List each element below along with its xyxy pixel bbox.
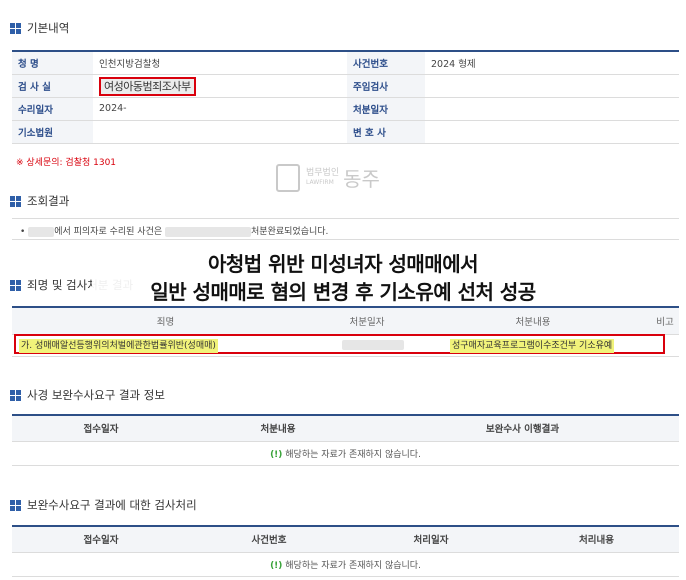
value-receipt-date: 2024- (93, 97, 347, 121)
grid-icon (10, 195, 21, 207)
section-result-label: 조회결과 (27, 194, 70, 208)
value-prosecutor-office-cell: 여성아동범죄조사부 (93, 74, 347, 98)
header-disposition: 처분내용 (415, 307, 651, 335)
header-disposition-date: 처분일자 (319, 307, 415, 335)
empty-message-cell: (!) 해당하는 자료가 존재하지 않습니다. (12, 441, 679, 466)
label-lead-prosecutor: 주임검사 (347, 74, 425, 98)
label-court: 기소법원 (12, 120, 93, 144)
supp-investigation-table: 접수일자 처분내용 보완수사 이행결과 (!) 해당하는 자료가 존재하지 않습… (12, 414, 679, 466)
watermark-small-text: 법무법인 LAWFIRM (306, 168, 339, 188)
value-case-number: 2024 형제 (425, 51, 679, 75)
header-disposition: 처분내용 (190, 415, 366, 442)
table-header-row: 접수일자 사건번호 처리일자 처리내용 (12, 526, 679, 553)
table-header-row: 죄명 처분일자 처분내용 비고 (12, 307, 679, 335)
table-header-row: 접수일자 처분내용 보완수사 이행결과 (12, 415, 679, 442)
grid-icon (10, 22, 21, 34)
result-message: • 에서 피의자로 수리된 사건은 처분완료되었습니다. (12, 218, 679, 240)
table-row: (!) 해당하는 자료가 존재하지 않습니다. (12, 441, 679, 466)
section-supp1-title: 사경 보완수사요구 결과 정보 (10, 387, 165, 403)
table-row: 수리일자 2024- 처분일자 (12, 97, 679, 121)
value-disposition-date (425, 97, 679, 121)
redacted-block (165, 226, 252, 237)
label-office: 청 명 (12, 51, 93, 75)
header-remark: 비고 (651, 307, 679, 335)
empty-message: 해당하는 자료가 존재하지 않습니다. (285, 449, 421, 460)
empty-message: 해당하는 자료가 존재하지 않습니다. (285, 560, 421, 571)
table-row: 기소법원 변 호 사 (12, 120, 679, 144)
header-processing-content: 처리내용 (514, 526, 679, 553)
redacted-block (28, 226, 55, 237)
value-court (93, 120, 347, 144)
law-firm-watermark: 법무법인 LAWFIRM 동주 (276, 163, 380, 192)
header-supp-result: 보완수사 이행결과 (366, 415, 679, 442)
disposition-result: 성구매자교육프로그램이수조건부 기소유예 (450, 339, 615, 353)
label-lawyer: 변 호 사 (347, 120, 425, 144)
section-basic-title: 기본내역 (10, 20, 69, 36)
label-disposition-date: 처분일자 (347, 97, 425, 121)
redacted-date (342, 340, 404, 350)
bullet: • (20, 227, 26, 237)
result-text-b: 처분완료되었습니다. (251, 227, 329, 237)
section-supp2-label: 보완수사요구 결과에 대한 검사처리 (27, 498, 197, 512)
caption-line-1: 아청법 위반 미성녀자 성매매에서 (208, 252, 479, 276)
header-processing-date: 처리일자 (348, 526, 514, 553)
empty-message-cell: (!) 해당하는 자료가 존재하지 않습니다. (12, 552, 679, 577)
basic-info-table: 청 명 인천지방검찰청 사건번호 2024 형제 검 사 실 여성아동범죄조사부… (12, 50, 679, 144)
charge-name: 가. 성매매알선등행위의처벌에관한법률위반(성매매) (19, 339, 218, 353)
caption-line-2: 일반 성매매로 혐의 변경 후 기소유예 선처 성공 (150, 280, 536, 304)
highlighted-charge-row: 가. 성매매알선등행위의처벌에관한법률위반(성매매) 성구매자교육프로그램이수조… (14, 334, 665, 354)
value-lawyer (425, 120, 679, 144)
prosecutor-processing-table: 접수일자 사건번호 처리일자 처리내용 (!) 해당하는 자료가 존재하지 않습… (12, 525, 679, 577)
watermark-small-2: LAWFIRM (306, 178, 334, 186)
header-charge: 죄명 (12, 307, 319, 335)
value-office: 인천지방검찰청 (93, 51, 347, 75)
section-supp1-label: 사경 보완수사요구 결과 정보 (27, 388, 165, 402)
section-supp2-title: 보완수사요구 결과에 대한 검사처리 (10, 497, 197, 513)
seal-icon (276, 163, 300, 192)
inquiry-notice: ※ 상세문의: 검찰청 1301 (16, 158, 117, 168)
label-receipt-date: 수리일자 (12, 97, 93, 121)
table-row: (!) 해당하는 자료가 존재하지 않습니다. (12, 552, 679, 577)
watermark-small-1: 법무법인 (306, 167, 340, 178)
label-case-number: 사건번호 (347, 51, 425, 75)
section-basic-label: 기본내역 (27, 21, 70, 35)
label-prosecutor-office: 검 사 실 (12, 74, 93, 98)
table-row: 검 사 실 여성아동범죄조사부 주임검사 (12, 74, 679, 98)
grid-icon (10, 499, 21, 511)
result-text-a: 에서 피의자로 수리된 사건은 (54, 227, 163, 237)
table-row: 청 명 인천지방검찰청 사건번호 2024 형제 (12, 51, 679, 75)
value-prosecutor-office: 여성아동범죄조사부 (99, 76, 196, 96)
header-receipt-date: 접수일자 (12, 415, 190, 442)
value-lead-prosecutor (425, 74, 679, 98)
exclamation-icon: (!) (270, 449, 283, 460)
header-case-number: 사건번호 (190, 526, 348, 553)
exclamation-icon: (!) (270, 560, 283, 571)
header-receipt-date: 접수일자 (12, 526, 190, 553)
grid-icon (10, 389, 21, 401)
section-result-title: 조회결과 (10, 193, 69, 209)
watermark-name: 동주 (343, 167, 380, 191)
